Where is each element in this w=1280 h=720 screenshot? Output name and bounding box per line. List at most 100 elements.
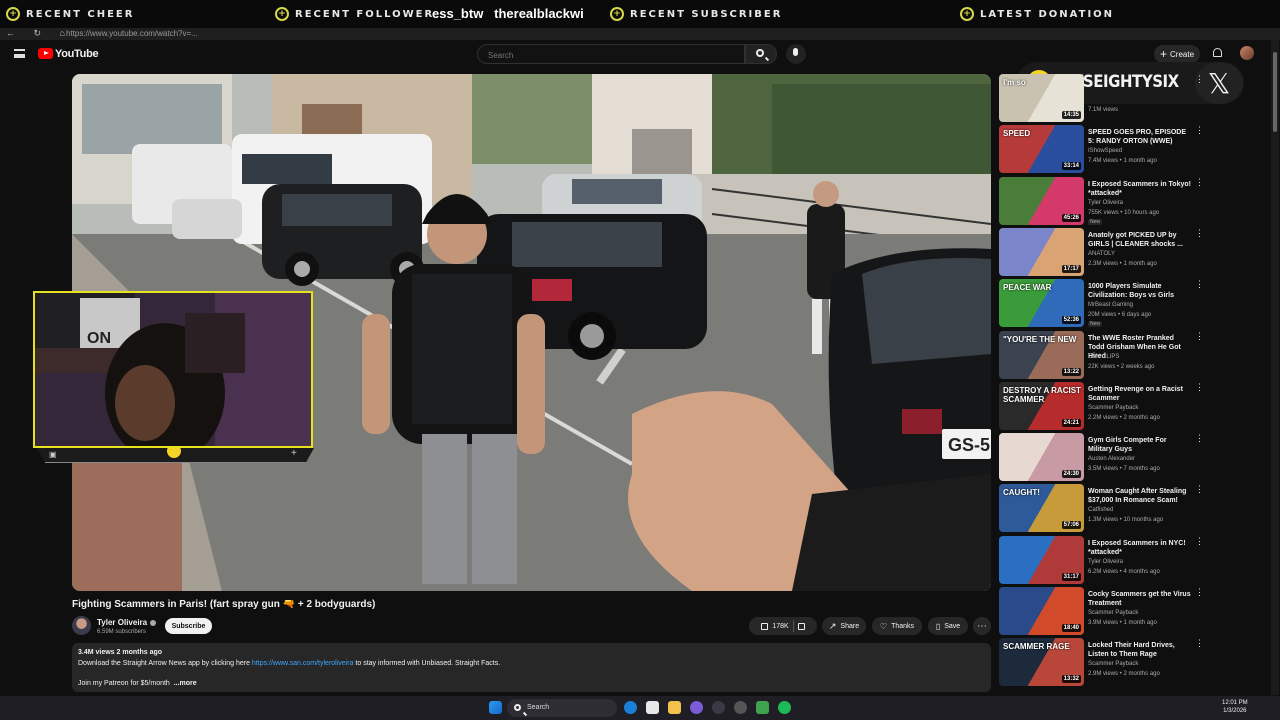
recommendation-title[interactable]: Locked Their Hard Drives, Listen to Them… xyxy=(1088,641,1191,659)
video-thumbnail[interactable]: SCAMMER RAGE 13:32 xyxy=(999,638,1084,686)
subscribe-button[interactable]: Subscribe xyxy=(165,618,212,634)
like-count[interactable]: 178K xyxy=(772,623,788,630)
video-thumbnail[interactable]: 24:30 xyxy=(999,433,1084,481)
recommendation-channel[interactable]: Scammer Payback xyxy=(1088,661,1138,667)
dislike-icon[interactable] xyxy=(797,622,805,630)
more-options-icon[interactable]: ⋮ xyxy=(1195,178,1204,191)
url-field[interactable]: https://www.youtube.com/watch?v=... xyxy=(66,29,198,38)
recommendation-title[interactable]: Cocky Scammers get the Virus Treatment xyxy=(1088,590,1191,608)
recommendation-item[interactable]: 17:17 Anatoly got PICKED UP by GIRLS | CL… xyxy=(999,228,1269,278)
hamburger-menu-icon[interactable] xyxy=(14,49,25,58)
show-more-link[interactable]: ...more xyxy=(174,680,197,687)
recommendation-title[interactable]: I Exposed Scammers in Tokyo! *attacked* xyxy=(1088,180,1191,198)
video-thumbnail[interactable]: 18:40 xyxy=(999,587,1084,635)
more-options-icon[interactable]: ⋮ xyxy=(1195,332,1204,345)
youtube-logo-icon[interactable] xyxy=(38,48,53,59)
video-description[interactable]: 3.4M views 2 months ago Download the Str… xyxy=(72,643,991,692)
recommendation-item[interactable]: SPEED 33:14 SPEED GOES PRO, EPISODE 5: RAN… xyxy=(999,125,1269,175)
video-thumbnail[interactable]: CAUGHT! 57:06 xyxy=(999,484,1084,532)
recommendation-channel[interactable]: Tyler Oliveira xyxy=(1088,200,1123,206)
recommendation-channel[interactable]: Austen Alexander xyxy=(1088,456,1135,462)
recommendation-channel[interactable]: MrBeast Gaming xyxy=(1088,302,1133,308)
recommendation-item[interactable]: I'm so 14:35 7.1M views ⋮ xyxy=(999,74,1269,124)
settings-icon[interactable] xyxy=(734,701,747,714)
camera-icon: ▣ xyxy=(49,450,57,459)
more-options-icon[interactable]: ⋮ xyxy=(1195,126,1204,139)
thumbnail-text: PEACE WAR xyxy=(1003,283,1052,292)
more-options-icon[interactable]: ⋮ xyxy=(1195,434,1204,447)
share-button[interactable]: ↗ Share xyxy=(822,617,866,635)
video-thumbnail[interactable]: 45:26 xyxy=(999,177,1084,225)
recommendation-channel[interactable]: Scammer Payback xyxy=(1088,610,1138,616)
channel-name[interactable]: Tyler Oliveira xyxy=(97,618,157,627)
browser-nav-icons[interactable]: ← ↻ ⌂ xyxy=(6,28,73,39)
recommendation-title[interactable]: Anatoly got PICKED UP by GIRLS | CLEANER… xyxy=(1088,231,1191,249)
more-options-icon[interactable]: ⋮ xyxy=(1195,280,1204,293)
recommendation-item[interactable]: 18:40 Cocky Scammers get the Virus Treatm… xyxy=(999,587,1269,637)
recommendation-item[interactable]: 24:30 Gym Girls Compete For Military Guys… xyxy=(999,433,1269,483)
recommendation-channel[interactable]: IShowSpeed xyxy=(1088,148,1122,154)
video-thumbnail[interactable]: DESTROY A RACIST SCAMMER 24:21 xyxy=(999,382,1084,430)
youtube-logo-text[interactable]: YouTube xyxy=(55,48,99,60)
more-options-icon[interactable]: ⋮ xyxy=(1195,537,1204,550)
system-clock[interactable]: 12:01 PM 1/3/2026 xyxy=(1222,699,1248,715)
recommendation-title[interactable]: SPEED GOES PRO, EPISODE 5: RANDY ORTON (… xyxy=(1088,128,1191,146)
recommendation-channel[interactable]: ANATOLY xyxy=(1088,251,1115,257)
more-options-icon[interactable]: ⋮ xyxy=(1195,383,1204,396)
notifications-bell-icon[interactable] xyxy=(1213,48,1222,57)
file-explorer-icon[interactable] xyxy=(668,701,681,714)
search-input[interactable] xyxy=(486,47,730,63)
channel-name-text[interactable]: Tyler Oliveira xyxy=(97,618,147,627)
voice-search-button[interactable] xyxy=(786,44,806,64)
obs-icon[interactable] xyxy=(712,701,725,714)
recommendation-title[interactable]: I Exposed Scammers in NYC! *attacked* xyxy=(1088,539,1191,557)
video-thumbnail[interactable]: PEACE WAR 52:36 xyxy=(999,279,1084,327)
video-thumbnail[interactable]: 17:17 xyxy=(999,228,1084,276)
plus-icon: + xyxy=(610,7,624,21)
create-button[interactable]: + Create xyxy=(1154,45,1200,63)
search-button[interactable] xyxy=(745,44,777,64)
scrollbar-track[interactable] xyxy=(1271,40,1279,695)
recommendation-item[interactable]: 31:17 I Exposed Scammers in NYC! *attacke… xyxy=(999,536,1269,586)
video-thumbnail[interactable]: SPEED 33:14 xyxy=(999,125,1084,173)
scrollbar-thumb[interactable] xyxy=(1273,52,1277,132)
windows-start-icon[interactable] xyxy=(489,701,502,714)
more-options-icon[interactable]: ⋮ xyxy=(1195,229,1204,242)
video-thumbnail[interactable]: 31:17 xyxy=(999,536,1084,584)
recommendation-title[interactable]: Woman Caught After Stealing $37,000 In R… xyxy=(1088,487,1191,505)
description-link[interactable]: https://www.san.com/tyleroliveira xyxy=(252,660,354,667)
like-icon[interactable] xyxy=(761,622,769,630)
recommendation-item[interactable]: CAUGHT! 57:06 Woman Caught After Stealing … xyxy=(999,484,1269,534)
recommendation-channel[interactable]: Catfished xyxy=(1088,507,1113,513)
game-icon[interactable] xyxy=(756,701,769,714)
recommendation-channel[interactable]: Tyler Oliveira xyxy=(1088,559,1123,565)
recommendation-item[interactable]: "YOU'RE THE NEW 13:22 The WWE Roster Prank… xyxy=(999,331,1269,381)
recommendation-item[interactable]: 45:26 I Exposed Scammers in Tokyo! *attac… xyxy=(999,177,1269,227)
more-actions-button[interactable]: ⋯ xyxy=(973,617,991,635)
recommendation-title[interactable]: Getting Revenge on a Racist Scammer xyxy=(1088,385,1191,403)
video-thumbnail[interactable]: "YOU'RE THE NEW 13:22 xyxy=(999,331,1084,379)
recommendation-title[interactable]: 1000 Players Simulate Civilization: Boys… xyxy=(1088,282,1191,300)
video-thumbnail[interactable]: I'm so 14:35 xyxy=(999,74,1084,122)
app-icon[interactable] xyxy=(690,701,703,714)
recommendation-title[interactable]: Gym Girls Compete For Military Guys xyxy=(1088,436,1191,454)
recommendation-item[interactable]: SCAMMER RAGE 13:32 Locked Their Hard Drive… xyxy=(999,638,1269,688)
store-icon[interactable] xyxy=(646,701,659,714)
save-button[interactable]: ▯ Save xyxy=(928,617,968,635)
edge-browser-icon[interactable] xyxy=(624,701,637,714)
search-box[interactable] xyxy=(477,44,745,64)
more-options-icon[interactable]: ⋮ xyxy=(1195,588,1204,601)
user-avatar[interactable] xyxy=(1240,46,1254,60)
recommendation-channel[interactable]: CVV CLIPS xyxy=(1088,354,1119,360)
more-options-icon[interactable]: ⋮ xyxy=(1195,485,1204,498)
recommendation-channel[interactable]: Scammer Payback xyxy=(1088,405,1138,411)
channel-avatar[interactable] xyxy=(72,616,91,635)
spotify-icon[interactable] xyxy=(778,701,791,714)
more-options-icon[interactable]: ⋮ xyxy=(1195,75,1204,88)
recommendation-item[interactable]: DESTROY A RACIST SCAMMER 24:21 Getting Rev… xyxy=(999,382,1269,432)
more-options-icon[interactable]: ⋮ xyxy=(1195,639,1204,652)
recommendation-item[interactable]: PEACE WAR 52:36 1000 Players Simulate Civi… xyxy=(999,279,1269,329)
like-dislike-group: 178K xyxy=(749,617,817,635)
thanks-button[interactable]: ♡ Thanks xyxy=(872,617,922,635)
taskbar-search[interactable]: Search xyxy=(507,699,617,717)
